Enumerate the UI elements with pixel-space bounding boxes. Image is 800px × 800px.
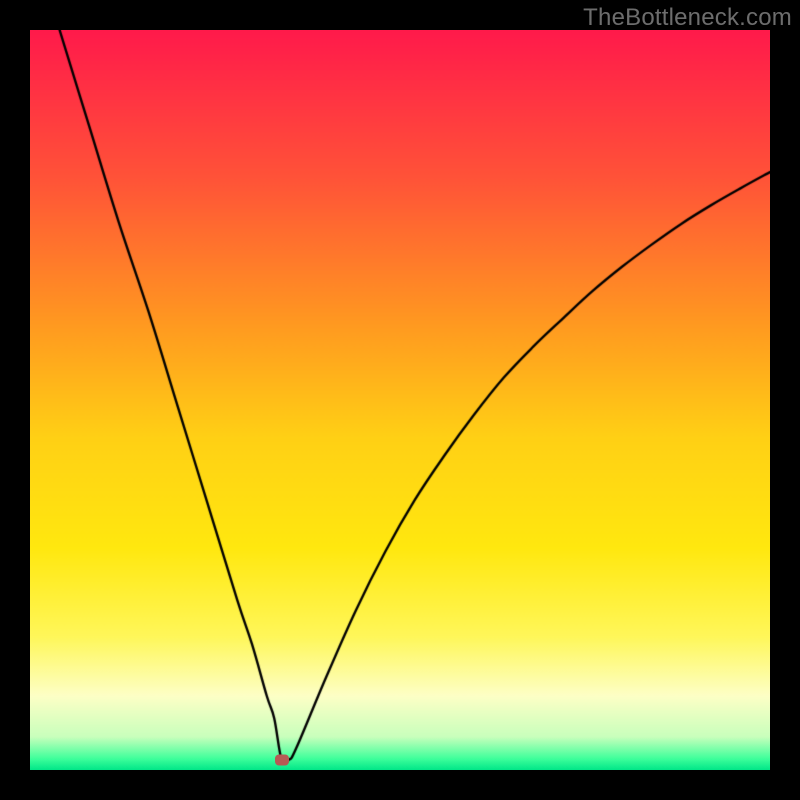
current-point-marker bbox=[275, 754, 289, 765]
watermark-text: TheBottleneck.com bbox=[583, 4, 792, 32]
bottleneck-curve bbox=[30, 30, 770, 770]
chart-frame: TheBottleneck.com bbox=[0, 0, 800, 800]
plot-area bbox=[30, 30, 770, 770]
